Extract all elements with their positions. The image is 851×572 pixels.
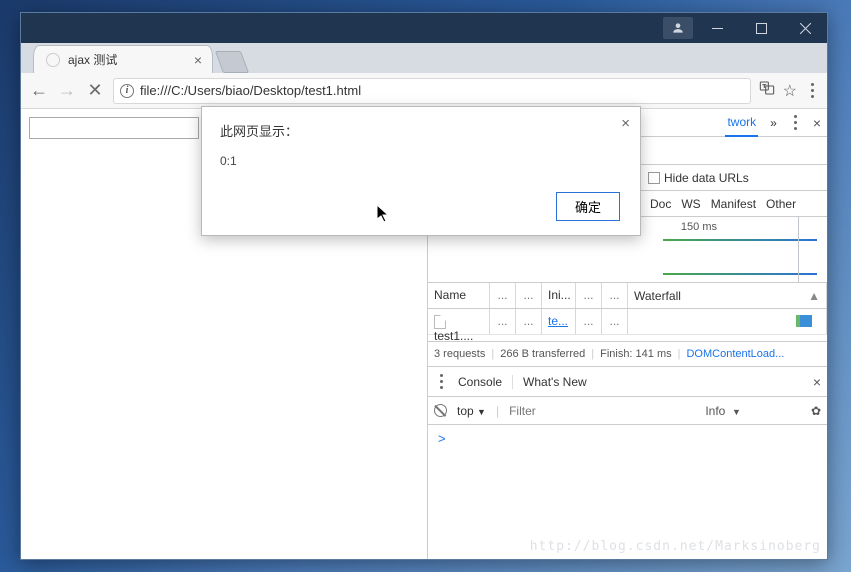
timeline-bar-2 — [663, 273, 817, 275]
maximize-button[interactable] — [739, 13, 783, 43]
network-request-row[interactable]: test1.... ... ... te... ... ... — [428, 309, 827, 335]
profile-icon[interactable] — [663, 17, 693, 39]
col-name[interactable]: Name — [428, 283, 490, 308]
filter-manifest[interactable]: Manifest — [711, 197, 756, 211]
page-text-input[interactable] — [29, 117, 199, 139]
col-gap3[interactable]: ... — [576, 283, 602, 308]
back-button[interactable]: ← — [29, 80, 49, 101]
alert-close-icon[interactable]: × — [621, 115, 630, 132]
translate-icon[interactable] — [759, 80, 775, 101]
col-initiator[interactable]: Ini... — [542, 283, 576, 308]
tab-title: ajax 测试 — [68, 51, 117, 68]
clear-console-icon[interactable] — [434, 404, 447, 417]
tab-strip: ajax 测试 × — [21, 43, 827, 73]
status-dcl: DOMContentLoad... — [686, 348, 784, 360]
browser-menu-button[interactable] — [805, 83, 819, 98]
network-table-header: Name ... ... Ini... ... ... Waterfall ▲ — [428, 283, 827, 309]
browser-window: ajax 测试 × ← → ✕ i file:///C:/Users/biao/… — [20, 12, 828, 560]
new-tab-button[interactable] — [215, 51, 249, 73]
context-selector[interactable]: top ▼ — [457, 404, 486, 418]
drawer-tab-whatsnew[interactable]: What's New — [523, 375, 587, 389]
site-info-icon[interactable]: i — [120, 84, 134, 98]
col-gap2[interactable]: ... — [516, 283, 542, 308]
console-prompt: > — [438, 431, 446, 446]
forward-button: → — [57, 80, 77, 101]
minimize-button[interactable] — [695, 13, 739, 43]
window-titlebar — [21, 13, 827, 43]
alert-ok-button[interactable]: 确定 — [556, 192, 620, 221]
file-icon — [434, 315, 446, 329]
bookmark-star-icon[interactable]: ☆ — [783, 81, 797, 101]
js-alert-dialog: × 此网页显示： 0:1 确定 — [201, 106, 641, 236]
hide-data-urls-checkbox[interactable]: Hide data URLs — [648, 171, 749, 185]
filter-other[interactable]: Other — [766, 197, 796, 211]
console-filter-input[interactable] — [509, 404, 664, 418]
devtools-menu-button[interactable] — [789, 115, 803, 130]
timeline-tick: 150 ms — [681, 221, 717, 233]
waterfall-bar — [800, 315, 812, 327]
log-level-selector[interactable]: Info ▼ — [705, 404, 741, 418]
timeline-bar — [663, 239, 817, 241]
console-toolbar: top ▼ | Info ▼ ✿ — [428, 397, 827, 425]
network-status-bar: 3 requests | 266 B transferred | Finish:… — [428, 341, 827, 367]
watermark-text: http://blog.csdn.net/Marksinoberg — [530, 539, 821, 554]
drawer-tabs: Console What's New × — [428, 367, 827, 397]
favicon-icon — [46, 53, 60, 67]
devtools-close-icon[interactable]: × — [813, 115, 821, 131]
browser-tab[interactable]: ajax 测试 × — [33, 45, 213, 73]
tab-close-icon[interactable]: × — [194, 52, 202, 68]
status-requests: 3 requests — [434, 348, 485, 360]
stop-reload-button[interactable]: ✕ — [85, 80, 105, 101]
console-settings-icon[interactable]: ✿ — [811, 404, 821, 418]
col-gap1[interactable]: ... — [490, 283, 516, 308]
url-text: file:///C:/Users/biao/Desktop/test1.html — [140, 83, 361, 98]
drawer-tab-console[interactable]: Console — [458, 375, 513, 389]
filter-doc[interactable]: Doc — [650, 197, 671, 211]
close-window-button[interactable] — [783, 13, 827, 43]
alert-title: 此网页显示： — [220, 121, 622, 140]
timeline-divider — [798, 217, 799, 282]
tab-more[interactable]: » — [768, 112, 779, 134]
toolbar: ← → ✕ i file:///C:/Users/biao/Desktop/te… — [21, 73, 827, 109]
status-transferred: 266 B transferred — [500, 348, 585, 360]
sort-icon: ▲ — [808, 289, 820, 303]
drawer-menu-button[interactable] — [434, 374, 448, 389]
col-waterfall[interactable]: Waterfall ▲ — [628, 283, 827, 308]
drawer-close-icon[interactable]: × — [813, 374, 821, 390]
filter-ws[interactable]: WS — [681, 197, 700, 211]
alert-message: 0:1 — [220, 154, 622, 168]
tab-network[interactable]: twork — [725, 109, 758, 137]
address-bar[interactable]: i file:///C:/Users/biao/Desktop/test1.ht… — [113, 78, 751, 104]
col-gap4[interactable]: ... — [602, 283, 628, 308]
status-finish: Finish: 141 ms — [600, 348, 672, 360]
